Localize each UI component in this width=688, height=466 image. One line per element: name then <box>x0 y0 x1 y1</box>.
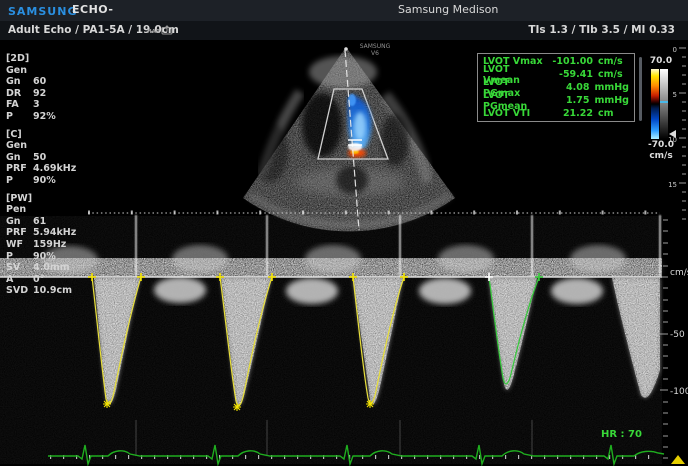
2d-sector-image: SAMSUNG V6 <box>243 43 455 231</box>
title-bar: SAMSUNG ECHO- Samsung Medison <box>0 0 688 21</box>
study-id-label: ECHO- <box>72 3 113 16</box>
svg-text:cm/s: cm/s <box>670 268 688 278</box>
param-value: 90% <box>33 251 56 263</box>
heart-rate-label: HR : 70 <box>601 429 642 440</box>
measurement-value: 21.22 <box>547 108 593 119</box>
param-value: 4.69kHz <box>33 163 76 175</box>
param-value: 92% <box>33 111 56 123</box>
param-key: Gn <box>6 76 33 88</box>
measurement-unit: mmHg <box>594 95 629 106</box>
param-value: 10.9cm <box>33 285 72 297</box>
param-value: 50 <box>33 152 46 164</box>
sweep-position-marker <box>671 455 685 464</box>
velocity-axis: cm/s -50 -100 <box>660 220 688 458</box>
param-value: 92 <box>33 88 46 100</box>
colorbar-max-label: 70.0 <box>646 56 676 66</box>
svg-text:5: 5 <box>673 91 677 99</box>
measurement-row: LVOT VTI21.22 cm <box>483 107 629 120</box>
param-key: SV <box>6 262 33 274</box>
section-mode: Pen <box>6 204 92 216</box>
sample-volume-glow <box>348 143 362 151</box>
svg-text:-100: -100 <box>670 387 688 397</box>
param-key: P <box>6 175 33 187</box>
param-key: P <box>6 111 33 123</box>
measurement-value: -59.41 <box>547 69 593 80</box>
measurement-row: LVOT PGmean1.75mmHg <box>483 94 629 107</box>
store-clip-icon <box>161 25 173 35</box>
depth-ruler-labels: 0 5 10 15 <box>668 46 677 189</box>
colorbar <box>651 69 668 139</box>
param-value: 3 <box>33 99 40 111</box>
color-params-section: [C] Gen Gn50 PRF4.69kHz P90% <box>6 129 92 187</box>
depth-ruler <box>679 48 686 219</box>
colorbar-min-label: -70.0 <box>642 140 680 150</box>
param-value: 5.94kHz <box>33 227 76 239</box>
param-key: FA <box>6 99 33 111</box>
param-key: WF <box>6 239 33 251</box>
param-value: 0° <box>33 274 44 286</box>
probe-brand-label: SAMSUNG <box>360 43 391 50</box>
2d-params-section: [2D] Gen Gn60 DR92 FA3 P92% <box>6 53 92 123</box>
exam-info-bar: Adult Echo / PA1-5A / 19.0cm HAR TIs 1.3… <box>0 21 688 40</box>
colorbar-slider <box>639 57 642 121</box>
param-key: A <box>6 274 33 286</box>
param-value: 4.0mm <box>33 262 70 274</box>
har-label: HAR <box>147 29 160 35</box>
svg-text:15: 15 <box>668 181 677 189</box>
param-key: Gn <box>6 152 33 164</box>
ultrasound-screen: SAMSUNG V6 0 5 10 15 <box>0 0 688 466</box>
section-mode: Gen <box>6 65 92 77</box>
grayscale-marker <box>660 101 668 103</box>
svg-text:-50: -50 <box>670 330 685 340</box>
colorbar-unit-label: cm/s <box>644 151 678 161</box>
param-key: DR <box>6 88 33 100</box>
section-title: [2D] <box>6 53 92 65</box>
acoustic-indices-label: TIs 1.3 / TIb 3.5 / MI 0.33 <box>528 24 675 36</box>
param-key: PRF <box>6 227 33 239</box>
measurement-value: -101.00 <box>547 56 593 67</box>
measurement-unit: cm/s <box>598 56 629 67</box>
param-value: 60 <box>33 76 46 88</box>
measurement-unit: cm <box>598 108 629 119</box>
measurement-results-box: LVOT Vmax-101.00cm/s LVOT Vmean-59.41cm/… <box>477 53 635 122</box>
measurement-value: 1.75 <box>547 95 589 106</box>
svg-text:0: 0 <box>673 46 677 54</box>
grayscale-bar <box>660 69 668 139</box>
section-mode: Gen <box>6 140 92 152</box>
measurement-label: LVOT VTI <box>483 108 547 119</box>
colorbar-pointer-icon <box>669 130 676 138</box>
param-value: 61 <box>33 216 46 228</box>
param-value: 90% <box>33 175 56 187</box>
pw-spectrogram: cm/s -50 -100 <box>0 215 688 464</box>
param-key: SVD <box>6 285 33 297</box>
doppler-color-scale <box>651 69 659 139</box>
samsung-logo: SAMSUNG <box>8 5 77 18</box>
section-title: [C] <box>6 129 92 141</box>
param-key: Gn <box>6 216 33 228</box>
measurement-unit: mmHg <box>594 82 629 93</box>
param-key: P <box>6 251 33 263</box>
measurement-unit: cm/s <box>598 69 629 80</box>
vendor-title: Samsung Medison <box>398 3 498 16</box>
param-value: 159Hz <box>33 239 66 251</box>
section-title: [PW] <box>6 193 92 205</box>
pw-params-section: [PW] Pen Gn61 PRF5.94kHz WF159Hz P90% SV… <box>6 193 92 297</box>
measurement-value: 4.08 <box>547 82 589 93</box>
param-key: PRF <box>6 163 33 175</box>
probe-model-label: V6 <box>371 50 379 57</box>
parameter-sidebar: [2D] Gen Gn60 DR92 FA3 P92% [C] Gen Gn50… <box>6 53 92 303</box>
